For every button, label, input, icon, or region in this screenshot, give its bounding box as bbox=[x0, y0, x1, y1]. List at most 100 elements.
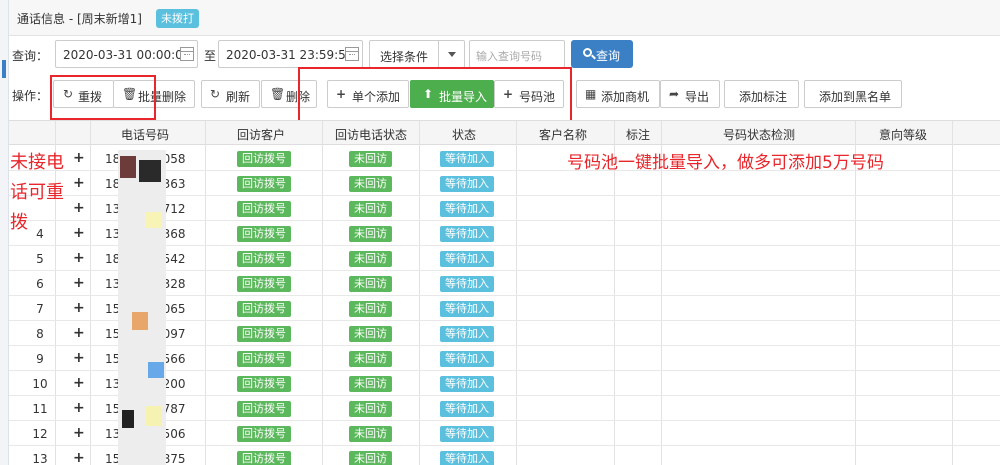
status-tag: 等待加入 bbox=[440, 426, 494, 442]
call-status-tag: 未回访 bbox=[349, 251, 392, 267]
date-from-input[interactable]: 2020-03-31 00:00:00 bbox=[55, 40, 198, 68]
call-status-tag: 未回访 bbox=[349, 301, 392, 317]
refresh-button[interactable]: ↻ 刷新 bbox=[201, 80, 260, 108]
status-tag: 等待加入 bbox=[440, 301, 494, 317]
call-status-tag: 未回访 bbox=[349, 226, 392, 242]
expand-plus-icon[interactable]: + bbox=[73, 250, 85, 266]
search-button[interactable]: 查询 bbox=[571, 40, 633, 68]
expand-plus-icon[interactable]: + bbox=[73, 450, 85, 465]
window-titlebar: 通话信息 - [周末新增1] 未拨打 bbox=[9, 0, 1000, 36]
row-number: 13 bbox=[32, 452, 48, 465]
refresh-icon: ↻ bbox=[210, 87, 221, 101]
th-mark: 标注 bbox=[626, 128, 651, 142]
th-intent-level: 意向等级 bbox=[879, 128, 928, 142]
visit-dial-button[interactable]: 回访拨号 bbox=[237, 351, 291, 367]
window-title: 通话信息 - [周末新增1] bbox=[17, 12, 142, 26]
call-status-tag: 未回访 bbox=[349, 426, 392, 442]
table-icon: ▦ bbox=[585, 87, 597, 101]
calendar-icon[interactable] bbox=[180, 47, 194, 61]
privacy-blur bbox=[120, 156, 136, 178]
expand-plus-icon[interactable]: + bbox=[73, 150, 85, 166]
expand-plus-icon[interactable]: + bbox=[73, 300, 85, 316]
expand-plus-icon[interactable]: + bbox=[73, 225, 85, 241]
status-tag: 等待加入 bbox=[440, 226, 494, 242]
visit-dial-button[interactable]: 回访拨号 bbox=[237, 251, 291, 267]
status-tag: 等待加入 bbox=[440, 201, 494, 217]
add-blacklist-button[interactable]: 添加到黑名单 bbox=[804, 80, 902, 108]
date-from-value: 2020-03-31 00:00:00 bbox=[63, 48, 191, 62]
row-number: 11 bbox=[32, 402, 48, 416]
call-status-tag: 未回访 bbox=[349, 401, 392, 417]
row-number: 8 bbox=[36, 327, 44, 341]
visit-dial-button[interactable]: 回访拨号 bbox=[237, 451, 291, 465]
call-status-tag: 未回访 bbox=[349, 201, 392, 217]
row-number: 5 bbox=[36, 252, 44, 266]
visit-dial-button[interactable]: 回访拨号 bbox=[237, 151, 291, 167]
row-number: 10 bbox=[32, 377, 48, 391]
status-tag: 等待加入 bbox=[440, 401, 494, 417]
call-status-tag: 未回访 bbox=[349, 176, 392, 192]
trash-icon: 🗑 bbox=[270, 87, 286, 101]
status-badge: 未拨打 bbox=[156, 9, 199, 28]
privacy-blur bbox=[148, 362, 164, 378]
date-to-input[interactable]: 2020-03-31 23:59:59 bbox=[218, 40, 363, 68]
export-button-label: 导出 bbox=[685, 90, 710, 104]
refresh-button-label: 刷新 bbox=[226, 90, 251, 104]
expand-plus-icon[interactable]: + bbox=[73, 325, 85, 341]
visit-dial-button[interactable]: 回访拨号 bbox=[237, 326, 291, 342]
visit-dial-button[interactable]: 回访拨号 bbox=[237, 276, 291, 292]
expand-plus-icon[interactable]: + bbox=[73, 400, 85, 416]
search-input[interactable]: 输入查询号码 bbox=[469, 40, 565, 68]
calendar-icon[interactable] bbox=[345, 47, 359, 61]
expand-plus-icon[interactable]: + bbox=[73, 350, 85, 366]
call-status-tag: 未回访 bbox=[349, 351, 392, 367]
row-number: 9 bbox=[36, 352, 44, 366]
visit-dial-button[interactable]: 回访拨号 bbox=[237, 201, 291, 217]
status-tag: 等待加入 bbox=[440, 351, 494, 367]
row-number: 12 bbox=[32, 427, 48, 441]
condition-select-value: 选择条件 bbox=[380, 50, 429, 64]
annotation-redial-text: 未接电话可重拨 bbox=[10, 152, 64, 233]
visit-dial-button[interactable]: 回访拨号 bbox=[237, 426, 291, 442]
export-button[interactable]: ➦ 导出 bbox=[660, 80, 720, 108]
call-status-tag: 未回访 bbox=[349, 276, 392, 292]
row-number: 7 bbox=[36, 302, 44, 316]
row-number: 6 bbox=[36, 277, 44, 291]
expand-plus-icon[interactable]: + bbox=[73, 275, 85, 291]
visit-dial-button[interactable]: 回访拨号 bbox=[237, 226, 291, 242]
status-tag: 等待加入 bbox=[440, 451, 494, 465]
expand-plus-icon[interactable]: + bbox=[73, 200, 85, 216]
add-mark-button[interactable]: 添加标注 bbox=[724, 80, 799, 108]
visit-dial-button[interactable]: 回访拨号 bbox=[237, 401, 291, 417]
status-tag: 等待加入 bbox=[440, 151, 494, 167]
export-icon: ➦ bbox=[669, 87, 680, 101]
add-merchant-button[interactable]: ▦ 添加商机 bbox=[576, 80, 660, 108]
privacy-blur bbox=[132, 312, 148, 330]
call-status-tag: 未回访 bbox=[349, 326, 392, 342]
expand-plus-icon[interactable]: + bbox=[73, 375, 85, 391]
annotation-import-text: 号码池一键批量导入，做多可添加5万号码 bbox=[567, 153, 884, 173]
expand-plus-icon[interactable]: + bbox=[73, 175, 85, 191]
status-tag: 等待加入 bbox=[440, 376, 494, 392]
search-button-label: 查询 bbox=[596, 49, 621, 63]
visit-dial-button[interactable]: 回访拨号 bbox=[237, 301, 291, 317]
search-placeholder: 输入查询号码 bbox=[476, 50, 542, 63]
ops-label: 操作： bbox=[12, 89, 49, 103]
date-separator: 至 bbox=[204, 49, 217, 63]
annotation-box-redial bbox=[50, 75, 156, 120]
chevron-down-icon[interactable] bbox=[438, 41, 464, 67]
add-blacklist-button-label: 添加到黑名单 bbox=[819, 90, 892, 104]
status-tag: 等待加入 bbox=[440, 176, 494, 192]
sidebar-active-marker bbox=[2, 60, 6, 78]
visit-dial-button[interactable]: 回访拨号 bbox=[237, 376, 291, 392]
condition-select[interactable]: 选择条件 bbox=[369, 40, 465, 68]
th-customer-name: 客户名称 bbox=[539, 128, 588, 142]
add-merchant-button-label: 添加商机 bbox=[601, 90, 650, 104]
call-status-tag: 未回访 bbox=[349, 151, 392, 167]
visit-dial-button[interactable]: 回访拨号 bbox=[237, 176, 291, 192]
expand-plus-icon[interactable]: + bbox=[73, 425, 85, 441]
privacy-blur bbox=[122, 410, 134, 428]
privacy-blur bbox=[146, 406, 162, 426]
th-status: 状态 bbox=[452, 128, 477, 142]
table-header: 电话号码 回访客户 回访电话状态 状态 客户名称 标注 号码状态检测 意向等级 bbox=[9, 120, 1000, 145]
